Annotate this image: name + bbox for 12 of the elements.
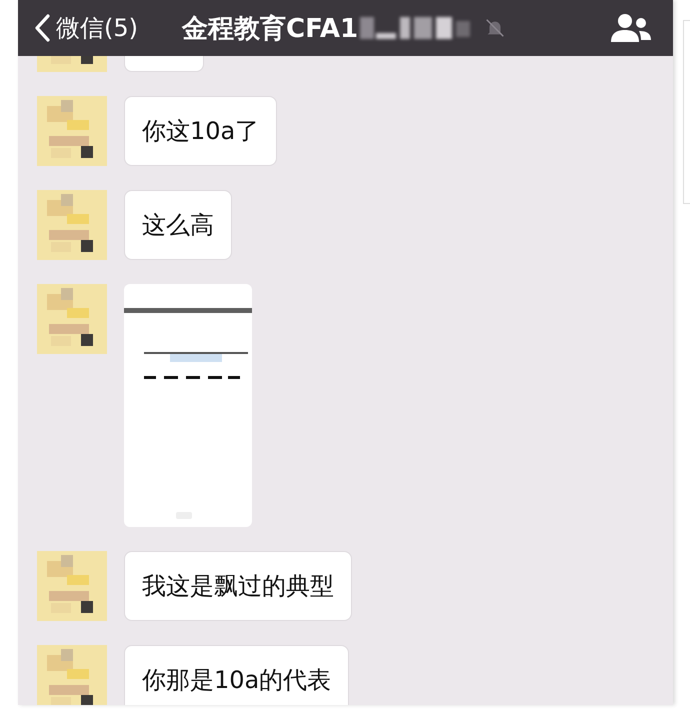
message-bubble: 你这10a了: [124, 96, 278, 166]
group-members-icon[interactable]: [609, 12, 653, 44]
back-button[interactable]: 微信(5): [34, 12, 138, 44]
avatar-icon[interactable]: [37, 284, 107, 354]
message-bubble: 这么高: [124, 190, 232, 260]
avatar-icon[interactable]: [37, 190, 107, 260]
chat-title: 金程教育CFA1: [182, 12, 358, 46]
avatar-icon[interactable]: [37, 551, 107, 621]
avatar-icon[interactable]: [37, 96, 107, 166]
avatar-icon[interactable]: [37, 645, 107, 705]
message-bubble: 我这是飘过的典型: [124, 551, 352, 621]
message-bubble: 你那是10a的代表: [124, 645, 350, 705]
